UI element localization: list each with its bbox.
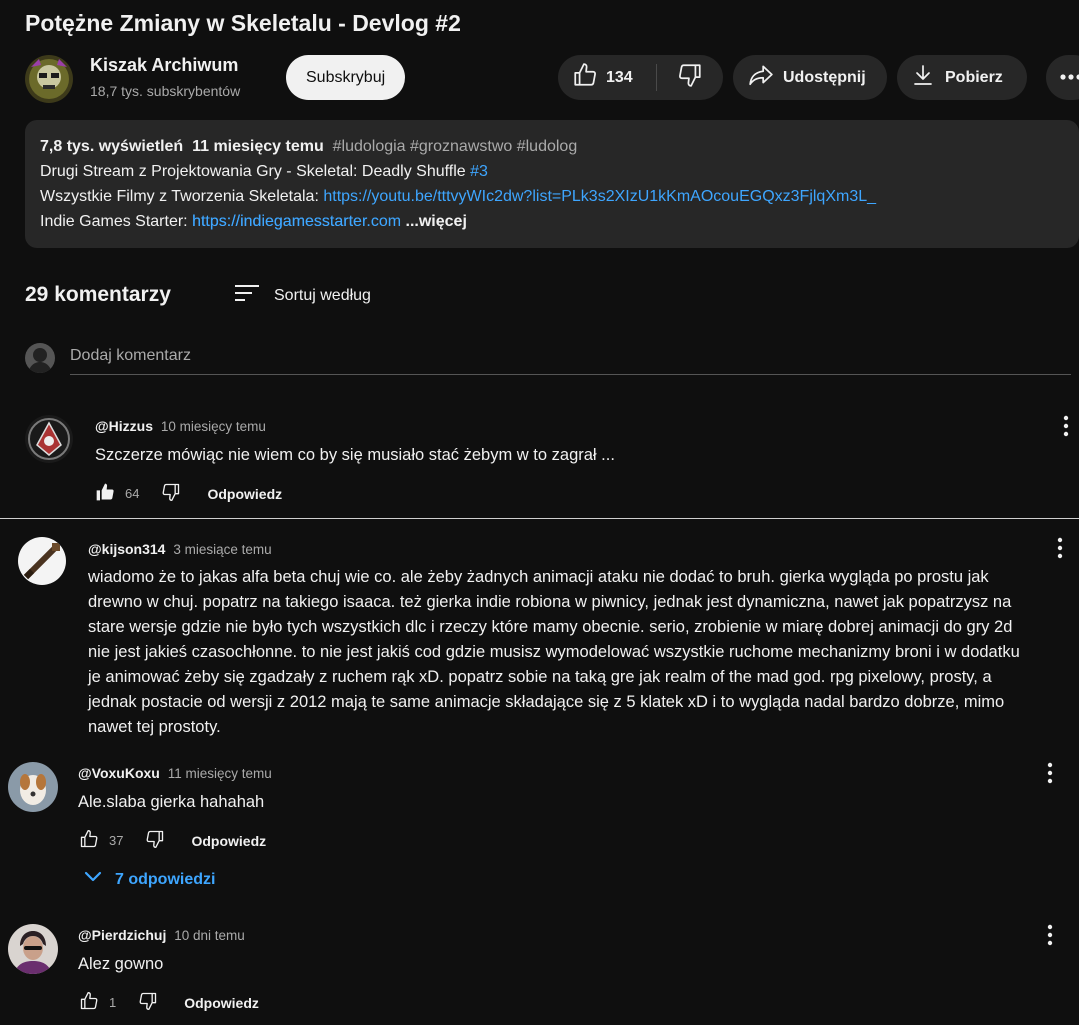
comment-author[interactable]: @Hizzus: [95, 418, 153, 434]
thumbs-up-icon: [572, 62, 598, 93]
comment-item: @Pierdzichuj 10 dni temu Alez gowno 1 Od…: [8, 922, 1062, 1017]
add-comment-row: Dodaj komentarz: [25, 343, 1071, 375]
download-button[interactable]: Pobierz: [897, 55, 1027, 100]
sort-button[interactable]: Sortuj według: [234, 282, 371, 309]
commenter-avatar[interactable]: [18, 537, 66, 585]
commenter-avatar[interactable]: [8, 924, 58, 974]
comment-like-count: 1: [109, 995, 117, 1010]
comment-header: @Pierdzichuj 10 dni temu: [78, 927, 245, 943]
comment-actions: 1 Odpowiedz: [79, 991, 259, 1014]
comment-menu-icon[interactable]: [1055, 537, 1065, 559]
sort-icon: [234, 282, 260, 309]
subscribe-button[interactable]: Subskrybuj: [286, 55, 406, 100]
channel-avatar[interactable]: [25, 55, 73, 103]
comment-item: @Hizzus 10 miesięcy temu Szczerze mówiąc…: [25, 410, 1079, 510]
hashtags[interactable]: #ludologia #groznawstwo #ludolog: [333, 138, 578, 155]
description-text-1: Drugi Stream z Projektowania Gry - Skele…: [40, 163, 466, 180]
description-line-3: Indie Games Starter: https://indiegamess…: [40, 209, 1064, 234]
reply-button[interactable]: Odpowiedz: [184, 995, 259, 1011]
reply-button[interactable]: Odpowiedz: [207, 486, 282, 502]
more-actions-button[interactable]: [1046, 55, 1079, 100]
view-count: 7,8 tys. wyświetleń: [40, 138, 184, 155]
description-line-1: Drugi Stream z Projektowania Gry - Skele…: [40, 159, 1064, 184]
comment-like-count: 37: [109, 833, 124, 848]
replies-count: 7 odpowiedzi: [115, 870, 216, 888]
comment-time[interactable]: 11 miesięcy temu: [168, 766, 272, 781]
reply-button[interactable]: Odpowiedz: [191, 833, 266, 849]
description-meta-line: 7,8 tys. wyświetleń 11 miesięcy temu #lu…: [40, 134, 1064, 159]
comment-actions: 64 Odpowiedz: [95, 482, 282, 505]
download-icon: [911, 62, 935, 93]
description-line-2: Wszystkie Filmy z Tworzenia Skeletala: h…: [40, 184, 1064, 209]
more-horizontal-icon: [1058, 69, 1079, 87]
share-button[interactable]: Udostępnij: [733, 55, 887, 100]
subscriber-count: 18,7 tys. subskrybentów: [90, 83, 241, 99]
comment-time[interactable]: 10 dni temu: [174, 928, 245, 943]
thumbs-down-icon: [677, 62, 703, 93]
comment-actions: 37 Odpowiedz: [79, 829, 266, 852]
comment-text: Alez gowno: [78, 955, 164, 973]
comment-item: @kijson314 3 miesiące temu wiadomo że to…: [18, 535, 1072, 745]
commenter-avatar[interactable]: [8, 762, 58, 812]
thumbs-up-filled-icon[interactable]: [95, 482, 115, 505]
comment-header: @kijson314 3 miesiące temu: [88, 541, 272, 557]
comment-text-line: jednak postacie od wersji z 2012 mają te…: [88, 693, 1005, 711]
comment-menu-icon[interactable]: [1061, 415, 1071, 437]
comment-text-line: je animować żeby się zgadzały z ruchem r…: [88, 668, 992, 686]
upload-age: 11 miesięcy temu: [192, 138, 324, 155]
website-link[interactable]: https://indiegamesstarter.com: [192, 213, 401, 230]
comment-header: @VoxuKoxu 11 miesięcy temu: [78, 765, 272, 781]
comment-item: @VoxuKoxu 11 miesięcy temu Ale.slaba gie…: [8, 760, 1062, 855]
like-button[interactable]: 134: [558, 55, 656, 100]
comment-header: @Hizzus 10 miesięcy temu: [95, 418, 266, 434]
comment-author[interactable]: @VoxuKoxu: [78, 765, 160, 781]
description-box[interactable]: 7,8 tys. wyświetleń 11 miesięcy temu #lu…: [25, 120, 1079, 248]
video-title: Potężne Zmiany w Skeletalu - Devlog #2: [25, 10, 461, 36]
share-icon: [747, 62, 775, 93]
description-text-3: Indie Games Starter:: [40, 213, 188, 230]
comment-menu-icon[interactable]: [1045, 762, 1055, 784]
thumbs-down-icon[interactable]: [145, 829, 165, 852]
commenter-avatar[interactable]: [25, 415, 73, 463]
sort-label: Sortuj według: [274, 286, 371, 304]
comment-text-line: wiadomo że to jakas alfa beta chuj wie c…: [88, 568, 989, 586]
hashtag-link[interactable]: #3: [470, 163, 488, 180]
like-dislike-bar: 134: [558, 55, 723, 100]
dislike-button[interactable]: [657, 55, 723, 100]
comment-menu-icon[interactable]: [1045, 924, 1055, 946]
show-more-link[interactable]: ...więcej: [406, 213, 467, 230]
playlist-link[interactable]: https://youtu.be/tttvyWIc2dw?list=PLk3s2…: [323, 188, 876, 205]
download-label: Pobierz: [945, 68, 1003, 86]
like-count: 134: [606, 68, 633, 86]
owner-row: Kiszak Archiwum 18,7 tys. subskrybentów …: [25, 52, 1079, 103]
chevron-down-icon: [83, 870, 103, 889]
thumbs-up-icon[interactable]: [79, 829, 99, 852]
thumbs-up-icon[interactable]: [79, 991, 99, 1014]
comment-text-line: drewno w chuj. popatrz na takiego isaaca…: [88, 593, 1012, 611]
view-replies-button[interactable]: 7 odpowiedzi: [83, 870, 215, 889]
comment-like-count: 64: [125, 486, 140, 501]
comments-count: 29 komentarzy: [25, 283, 171, 306]
comment-input[interactable]: Dodaj komentarz: [70, 347, 1071, 375]
comment-text-line: nie jest jakieś czasochłonne. to nie jes…: [88, 643, 1020, 661]
comment-author[interactable]: @Pierdzichuj: [78, 927, 166, 943]
comment-time[interactable]: 10 miesięcy temu: [161, 419, 266, 434]
comment-text: Szczerze mówiąc nie wiem co by się musia…: [95, 446, 615, 464]
thumbs-down-icon[interactable]: [138, 991, 158, 1014]
section-divider: [0, 518, 1079, 519]
share-label: Udostępnij: [783, 68, 866, 86]
comment-text-line: stare wersje gdzie nie było tych wszystk…: [88, 618, 1013, 636]
thumbs-down-icon[interactable]: [161, 482, 181, 505]
comment-text: wiadomo że to jakas alfa beta chuj wie c…: [88, 565, 1078, 740]
description-text-2: Wszystkie Filmy z Tworzenia Skeletala:: [40, 188, 319, 205]
comment-author[interactable]: @kijson314: [88, 541, 165, 557]
channel-name[interactable]: Kiszak Archiwum: [90, 55, 238, 76]
user-avatar: [25, 343, 55, 373]
comment-time[interactable]: 3 miesiące temu: [173, 542, 271, 557]
comment-text-line: nawet tej prostoty.: [88, 718, 221, 736]
comment-text: Ale.slaba gierka hahahah: [78, 793, 265, 811]
